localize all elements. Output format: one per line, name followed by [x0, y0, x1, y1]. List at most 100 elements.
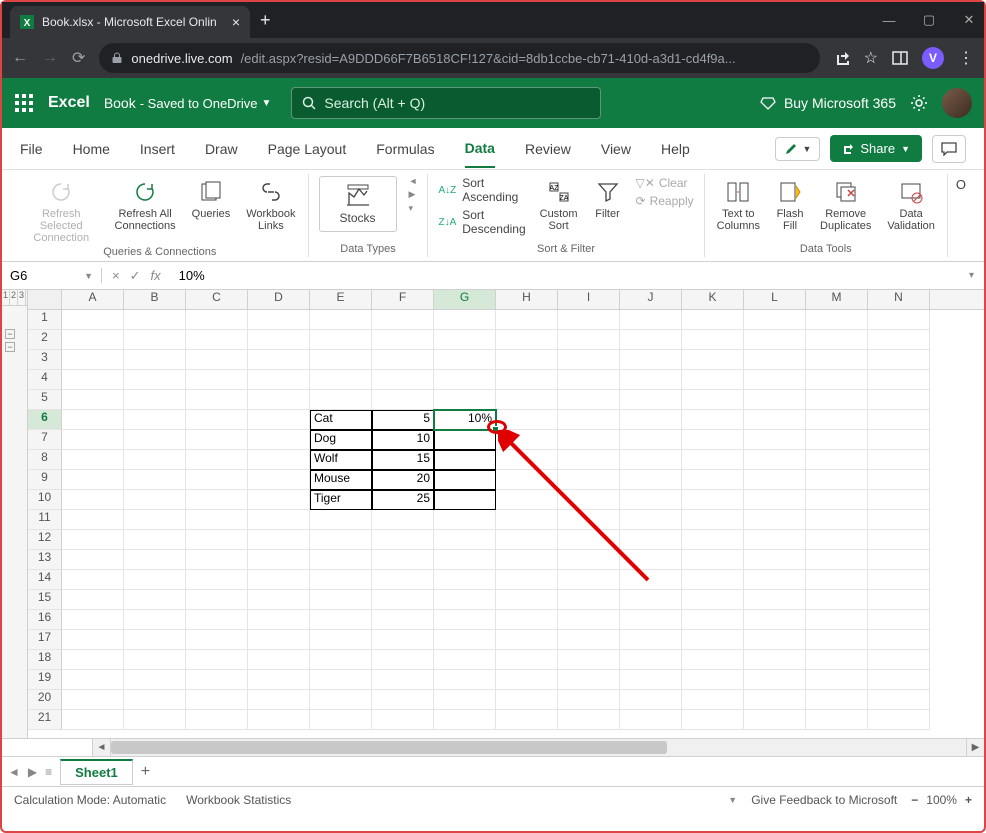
- cell-K4[interactable]: [682, 370, 744, 390]
- stocks-button[interactable]: Stocks: [319, 176, 397, 232]
- cell-N20[interactable]: [868, 690, 930, 710]
- cell-J20[interactable]: [620, 690, 682, 710]
- cell-B18[interactable]: [124, 650, 186, 670]
- flash-fill-button[interactable]: Flash Fill: [774, 176, 806, 234]
- cell-F14[interactable]: [372, 570, 434, 590]
- cell-G13[interactable]: [434, 550, 496, 570]
- search-input[interactable]: [324, 95, 590, 111]
- ribbon-tab-review[interactable]: Review: [525, 131, 571, 167]
- cell-M15[interactable]: [806, 590, 868, 610]
- cell-N15[interactable]: [868, 590, 930, 610]
- cell-N4[interactable]: [868, 370, 930, 390]
- cell-K18[interactable]: [682, 650, 744, 670]
- cell-K16[interactable]: [682, 610, 744, 630]
- cell-G16[interactable]: [434, 610, 496, 630]
- cell-J4[interactable]: [620, 370, 682, 390]
- cell-K13[interactable]: [682, 550, 744, 570]
- cell-H17[interactable]: [496, 630, 558, 650]
- cell-N8[interactable]: [868, 450, 930, 470]
- row-header-3[interactable]: 3: [28, 350, 62, 370]
- ribbon-tab-file[interactable]: File: [20, 131, 43, 167]
- cell-M8[interactable]: [806, 450, 868, 470]
- cell-E19[interactable]: [310, 670, 372, 690]
- cell-L15[interactable]: [744, 590, 806, 610]
- cell-D18[interactable]: [248, 650, 310, 670]
- cell-L8[interactable]: [744, 450, 806, 470]
- cell-F3[interactable]: [372, 350, 434, 370]
- cell-N3[interactable]: [868, 350, 930, 370]
- cell-H9[interactable]: [496, 470, 558, 490]
- cell-A6[interactable]: [62, 410, 124, 430]
- cell-I18[interactable]: [558, 650, 620, 670]
- cell-D13[interactable]: [248, 550, 310, 570]
- cell-H20[interactable]: [496, 690, 558, 710]
- cell-F7[interactable]: 10: [372, 430, 434, 450]
- cell-I14[interactable]: [558, 570, 620, 590]
- cell-A11[interactable]: [62, 510, 124, 530]
- cell-C5[interactable]: [186, 390, 248, 410]
- cell-I5[interactable]: [558, 390, 620, 410]
- share-url-icon[interactable]: [834, 50, 850, 66]
- cell-E4[interactable]: [310, 370, 372, 390]
- cell-L14[interactable]: [744, 570, 806, 590]
- cell-I2[interactable]: [558, 330, 620, 350]
- cell-E21[interactable]: [310, 710, 372, 730]
- cell-B15[interactable]: [124, 590, 186, 610]
- cell-A13[interactable]: [62, 550, 124, 570]
- cell-L20[interactable]: [744, 690, 806, 710]
- row-header-10[interactable]: 10: [28, 490, 62, 510]
- cell-D14[interactable]: [248, 570, 310, 590]
- cell-G10[interactable]: [434, 490, 496, 510]
- name-box[interactable]: G6 ▼: [2, 268, 102, 283]
- cell-K8[interactable]: [682, 450, 744, 470]
- calc-mode-label[interactable]: Calculation Mode: Automatic: [14, 793, 166, 807]
- cell-N9[interactable]: [868, 470, 930, 490]
- row-header-7[interactable]: 7: [28, 430, 62, 450]
- cell-K14[interactable]: [682, 570, 744, 590]
- cell-M16[interactable]: [806, 610, 868, 630]
- sheet-next-button[interactable]: ▶: [28, 765, 37, 779]
- cell-A12[interactable]: [62, 530, 124, 550]
- cell-E13[interactable]: [310, 550, 372, 570]
- cell-H13[interactable]: [496, 550, 558, 570]
- cell-I21[interactable]: [558, 710, 620, 730]
- window-minimize-icon[interactable]: —: [882, 13, 896, 28]
- cell-D5[interactable]: [248, 390, 310, 410]
- cell-H15[interactable]: [496, 590, 558, 610]
- cell-E8[interactable]: Wolf: [310, 450, 372, 470]
- ribbon-tab-data[interactable]: Data: [465, 130, 495, 168]
- outline-level-2[interactable]: 2: [10, 290, 18, 305]
- cell-B14[interactable]: [124, 570, 186, 590]
- cell-D12[interactable]: [248, 530, 310, 550]
- column-header-E[interactable]: E: [310, 290, 372, 309]
- ribbon-tab-formulas[interactable]: Formulas: [376, 131, 434, 167]
- ribbon-tab-home[interactable]: Home: [73, 131, 110, 167]
- cell-N10[interactable]: [868, 490, 930, 510]
- cell-F15[interactable]: [372, 590, 434, 610]
- cell-J21[interactable]: [620, 710, 682, 730]
- cell-D21[interactable]: [248, 710, 310, 730]
- cell-N2[interactable]: [868, 330, 930, 350]
- column-header-I[interactable]: I: [558, 290, 620, 309]
- cell-K20[interactable]: [682, 690, 744, 710]
- cell-F4[interactable]: [372, 370, 434, 390]
- cell-A10[interactable]: [62, 490, 124, 510]
- cancel-formula-icon[interactable]: ×: [112, 268, 120, 283]
- cell-D11[interactable]: [248, 510, 310, 530]
- cell-G18[interactable]: [434, 650, 496, 670]
- cell-K1[interactable]: [682, 310, 744, 330]
- accept-formula-icon[interactable]: ✓: [130, 268, 141, 284]
- buy-microsoft-365-button[interactable]: Buy Microsoft 365: [760, 95, 896, 111]
- outline-level-3[interactable]: 3: [18, 290, 26, 305]
- ribbon-tab-page-layout[interactable]: Page Layout: [268, 131, 347, 167]
- column-header-J[interactable]: J: [620, 290, 682, 309]
- cell-H4[interactable]: [496, 370, 558, 390]
- cell-F20[interactable]: [372, 690, 434, 710]
- cell-D20[interactable]: [248, 690, 310, 710]
- cell-K12[interactable]: [682, 530, 744, 550]
- row-header-14[interactable]: 14: [28, 570, 62, 590]
- cell-H2[interactable]: [496, 330, 558, 350]
- cell-L17[interactable]: [744, 630, 806, 650]
- cell-C9[interactable]: [186, 470, 248, 490]
- profile-avatar[interactable]: V: [922, 47, 944, 69]
